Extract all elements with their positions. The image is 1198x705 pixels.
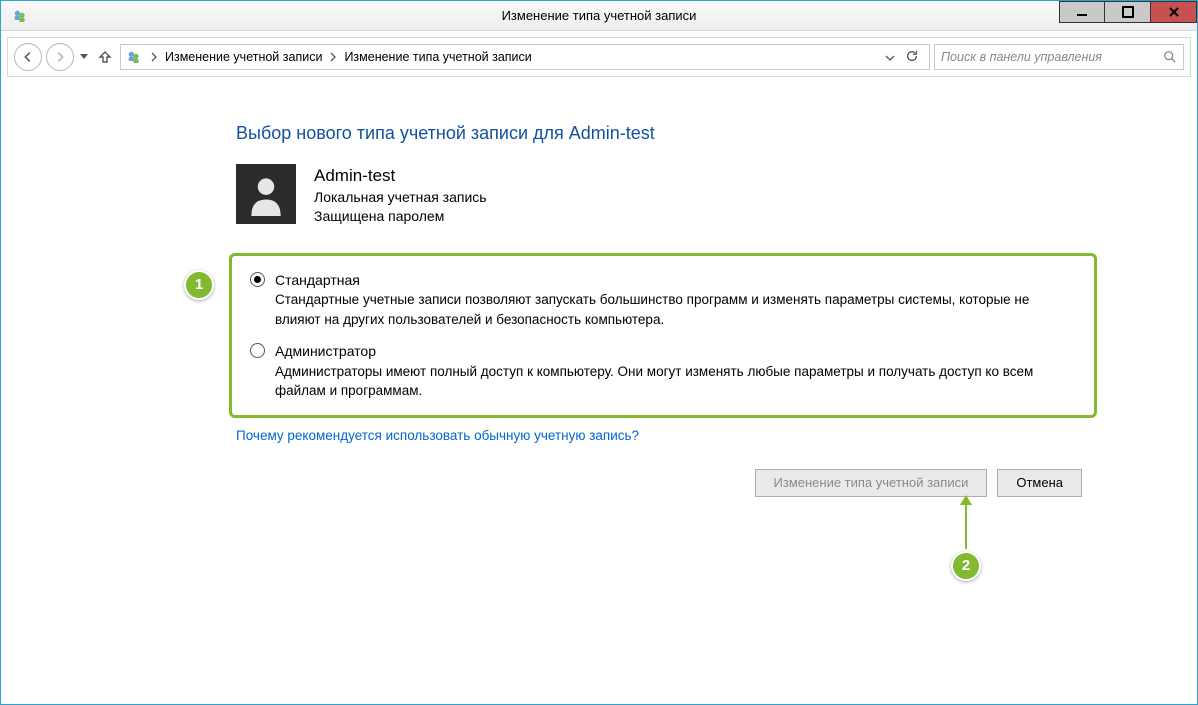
help-link[interactable]: Почему рекомендуется использовать обычну… (236, 428, 639, 443)
radio-standard[interactable] (250, 272, 265, 287)
avatar (236, 164, 296, 224)
titlebar: Изменение типа учетной записи (1, 1, 1197, 31)
radio-administrator[interactable] (250, 343, 265, 358)
refresh-icon[interactable] (905, 49, 921, 65)
user-meta: Admin-test Локальная учетная запись Защи… (314, 164, 487, 227)
breadcrumb[interactable]: Изменение типа учетной записи (344, 50, 531, 64)
up-button[interactable] (94, 46, 116, 68)
search-placeholder: Поиск в панели управления (941, 50, 1102, 64)
window-title: Изменение типа учетной записи (502, 8, 697, 23)
breadcrumb[interactable]: Изменение учетной записи (165, 50, 322, 64)
page-title: Выбор нового типа учетной записи для Adm… (236, 123, 1137, 144)
toolbar: Изменение учетной записи Изменение типа … (7, 37, 1191, 77)
user-name: Admin-test (314, 164, 487, 188)
history-dropdown-icon[interactable] (78, 47, 90, 67)
window-controls (1059, 1, 1197, 23)
option-standard-label: Стандартная (275, 270, 1076, 290)
user-account-type: Локальная учетная запись (314, 188, 487, 208)
callout-badge-2: 2 (951, 551, 981, 581)
change-type-button[interactable]: Изменение типа учетной записи (755, 469, 988, 497)
chevron-right-icon (330, 52, 336, 62)
chevron-down-icon[interactable] (885, 50, 895, 65)
back-button[interactable] (14, 43, 42, 71)
search-icon (1163, 50, 1177, 64)
users-icon (125, 48, 143, 66)
option-administrator[interactable]: Администратор Администраторы имеют полны… (250, 341, 1076, 400)
app-icon (11, 7, 29, 25)
option-standard-desc: Стандартные учетные записи позволяют зап… (275, 290, 1076, 329)
content-area: Выбор нового типа учетной записи для Adm… (1, 83, 1197, 517)
user-info: Admin-test Локальная учетная запись Защи… (236, 164, 1137, 227)
search-input[interactable]: Поиск в панели управления (934, 44, 1184, 70)
callout-badge-1: 1 (184, 270, 214, 300)
minimize-button[interactable] (1059, 1, 1105, 23)
button-row: Изменение типа учетной записи Отмена (61, 469, 1082, 497)
forward-button[interactable] (46, 43, 74, 71)
window: Изменение типа учетной записи (0, 0, 1198, 705)
arrow-up-icon (965, 503, 967, 549)
maximize-button[interactable] (1105, 1, 1151, 23)
cancel-button[interactable]: Отмена (997, 469, 1082, 497)
option-admin-label: Администратор (275, 341, 1076, 361)
user-password-status: Защищена паролем (314, 207, 487, 227)
address-bar[interactable]: Изменение учетной записи Изменение типа … (120, 44, 930, 70)
option-admin-desc: Администраторы имеют полный доступ к ком… (275, 362, 1076, 401)
option-standard[interactable]: Стандартная Стандартные учетные записи п… (250, 270, 1076, 329)
account-type-options: 1 Стандартная Стандартные учетные записи… (229, 253, 1097, 418)
chevron-right-icon (151, 52, 157, 62)
callout-2: 2 (951, 503, 981, 581)
close-button[interactable] (1151, 1, 1197, 23)
